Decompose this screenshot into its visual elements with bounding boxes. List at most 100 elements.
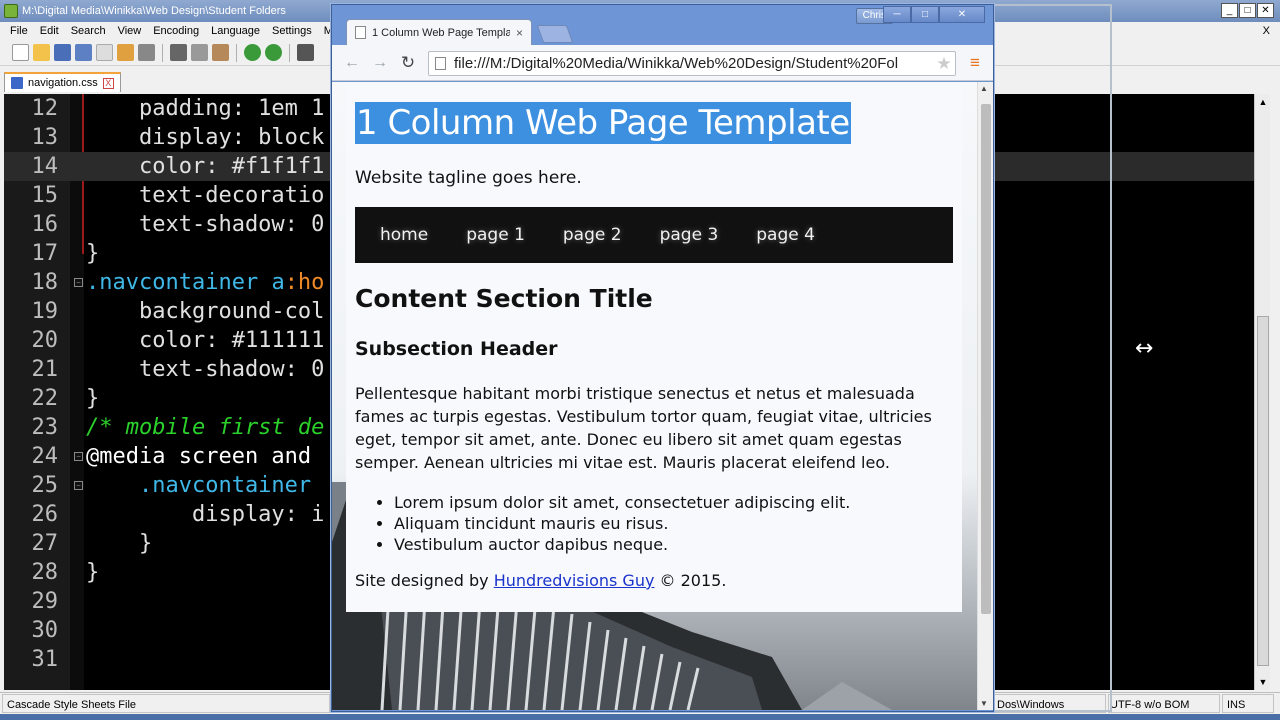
- menu-search[interactable]: Search: [65, 22, 112, 40]
- menu-language[interactable]: Language: [205, 22, 266, 40]
- reload-icon[interactable]: ↻: [398, 53, 418, 73]
- nav-link-page-1[interactable]: page 1: [447, 225, 544, 245]
- code-text: text-shadow: 0: [86, 355, 324, 384]
- code-token: background-col: [86, 299, 325, 324]
- open-folder-icon[interactable]: [33, 44, 50, 61]
- redo-icon[interactable]: [265, 44, 282, 61]
- npp-window-title: M:\Digital Media\Winikka\Web Design\Stud…: [22, 5, 286, 17]
- menu-file[interactable]: File: [4, 22, 34, 40]
- cut-icon[interactable]: [170, 44, 187, 61]
- close-button[interactable]: ✕: [1257, 3, 1274, 18]
- tab-close-icon[interactable]: X: [102, 77, 114, 89]
- tab-title: 1 Column Web Page Template: [372, 26, 510, 39]
- line-number: 18: [31, 270, 59, 295]
- browser-toolbar: ← → ↻ file:///M:/Digital%20Media/Winikka…: [332, 45, 993, 81]
- fold-toggle-icon[interactable]: −: [74, 278, 83, 287]
- chrome-close-button[interactable]: ✕: [939, 6, 985, 23]
- line-number: 16: [31, 212, 59, 237]
- minimize-button[interactable]: _: [1221, 3, 1238, 18]
- paste-icon[interactable]: [212, 44, 229, 61]
- code-token: }: [86, 531, 153, 556]
- footer-author-link[interactable]: Hundredvisions Guy: [494, 571, 655, 590]
- find-icon[interactable]: [297, 44, 314, 61]
- tab-close-icon[interactable]: ×: [516, 26, 523, 40]
- body-paragraph: Pellentesque habitant morbi tristique se…: [355, 384, 932, 472]
- code-token: display: i: [86, 502, 325, 527]
- code-token: color: #111111: [86, 328, 325, 353]
- browser-tab[interactable]: 1 Column Web Page Template ×: [346, 19, 532, 45]
- copy-icon[interactable]: [191, 44, 208, 61]
- site-nav-bar: home page 1 page 2 page 3 page 4: [355, 207, 953, 263]
- code-text: }: [86, 558, 99, 587]
- code-token: display: block: [86, 125, 325, 150]
- back-arrow-icon[interactable]: ←: [342, 53, 362, 73]
- menu-settings[interactable]: Settings: [266, 22, 318, 40]
- line-number: 26: [31, 502, 59, 527]
- status-file-type: Cascade Style Sheets File: [2, 694, 330, 713]
- code-text: color: #f1f1f1: [86, 152, 324, 181]
- code-text: }: [86, 384, 99, 413]
- editor-vertical-scrollbar[interactable]: ▲ ▼: [1254, 94, 1270, 690]
- menu-view[interactable]: View: [112, 22, 148, 40]
- page-viewport: 1 Column Web Page Template Website tagli…: [332, 82, 977, 710]
- url-text[interactable]: file:///M:/Digital%20Media/Winikka/Web%2…: [454, 55, 933, 72]
- code-token: padding: 1em 1: [86, 96, 325, 121]
- code-token: }: [86, 386, 100, 411]
- code-text: /* mobile first de: [86, 413, 324, 442]
- line-number: 28: [31, 560, 59, 585]
- toolbar-separator: [236, 43, 237, 62]
- page-heading: 1 Column Web Page Template: [355, 102, 851, 144]
- nav-link-home[interactable]: home: [361, 225, 447, 245]
- print-icon[interactable]: [138, 44, 155, 61]
- code-token: /* mobile first de: [86, 415, 325, 440]
- close-document-icon[interactable]: X: [1263, 22, 1270, 40]
- line-number: 31: [31, 647, 59, 672]
- forward-arrow-icon[interactable]: →: [370, 53, 390, 73]
- new-tab-button[interactable]: [536, 25, 574, 43]
- chrome-minimize-button[interactable]: ─: [883, 6, 911, 23]
- scroll-down-arrow-icon[interactable]: ▼: [1256, 675, 1270, 689]
- code-text: @media screen and: [86, 442, 324, 471]
- nav-link-page-3[interactable]: page 3: [641, 225, 738, 245]
- bookmark-star-icon[interactable]: ★: [933, 54, 955, 74]
- close-all-icon[interactable]: [117, 44, 134, 61]
- new-file-icon[interactable]: [12, 44, 29, 61]
- chrome-menu-icon[interactable]: ≡: [967, 54, 983, 71]
- resize-cursor-icon: ↔: [1135, 336, 1154, 361]
- tab-navigation-css[interactable]: navigation.css X: [4, 72, 121, 92]
- chrome-window: Chris ─ □ ✕ 1 Column Web Page Template ×…: [331, 4, 994, 712]
- code-text: padding: 1em 1: [86, 94, 324, 123]
- nav-link-page-4[interactable]: page 4: [737, 225, 834, 245]
- page-scrollbar-thumb[interactable]: [981, 104, 991, 614]
- code-text: background-col: [86, 297, 324, 326]
- list-item: Aliquam tincidunt mauris eu risus.: [394, 513, 954, 534]
- code-token: color: #f1f1f1: [86, 154, 325, 179]
- menu-encoding[interactable]: Encoding: [147, 22, 205, 40]
- fold-toggle-icon[interactable]: −: [74, 452, 83, 461]
- code-token: a: [271, 270, 285, 295]
- nav-link-page-2[interactable]: page 2: [544, 225, 641, 245]
- code-token: @media screen and: [86, 444, 325, 469]
- chrome-maximize-button[interactable]: □: [911, 6, 939, 23]
- page-vertical-scrollbar[interactable]: ▲ ▼: [977, 82, 993, 710]
- scroll-up-arrow-icon[interactable]: ▲: [980, 84, 988, 93]
- line-number: 20: [31, 328, 59, 353]
- scrollbar-thumb[interactable]: [1257, 316, 1269, 666]
- save-all-icon[interactable]: [75, 44, 92, 61]
- close-file-icon[interactable]: [96, 44, 113, 61]
- notepadpp-app-icon: [4, 4, 18, 18]
- line-number: 21: [31, 357, 59, 382]
- scroll-up-arrow-icon[interactable]: ▲: [1256, 95, 1270, 109]
- line-number: 27: [31, 531, 59, 556]
- status-encoding: UTF-8 w/o BOM: [1108, 694, 1220, 713]
- page-favicon-icon: [355, 26, 366, 39]
- scroll-down-arrow-icon[interactable]: ▼: [980, 699, 988, 708]
- fold-toggle-icon[interactable]: −: [74, 481, 83, 490]
- address-bar[interactable]: file:///M:/Digital%20Media/Winikka/Web%2…: [428, 51, 956, 76]
- maximize-button[interactable]: □: [1239, 3, 1256, 18]
- toolbar-separator: [289, 43, 290, 62]
- footer-prefix: Site designed by: [355, 571, 494, 590]
- save-icon[interactable]: [54, 44, 71, 61]
- menu-edit[interactable]: Edit: [34, 22, 65, 40]
- undo-icon[interactable]: [244, 44, 261, 61]
